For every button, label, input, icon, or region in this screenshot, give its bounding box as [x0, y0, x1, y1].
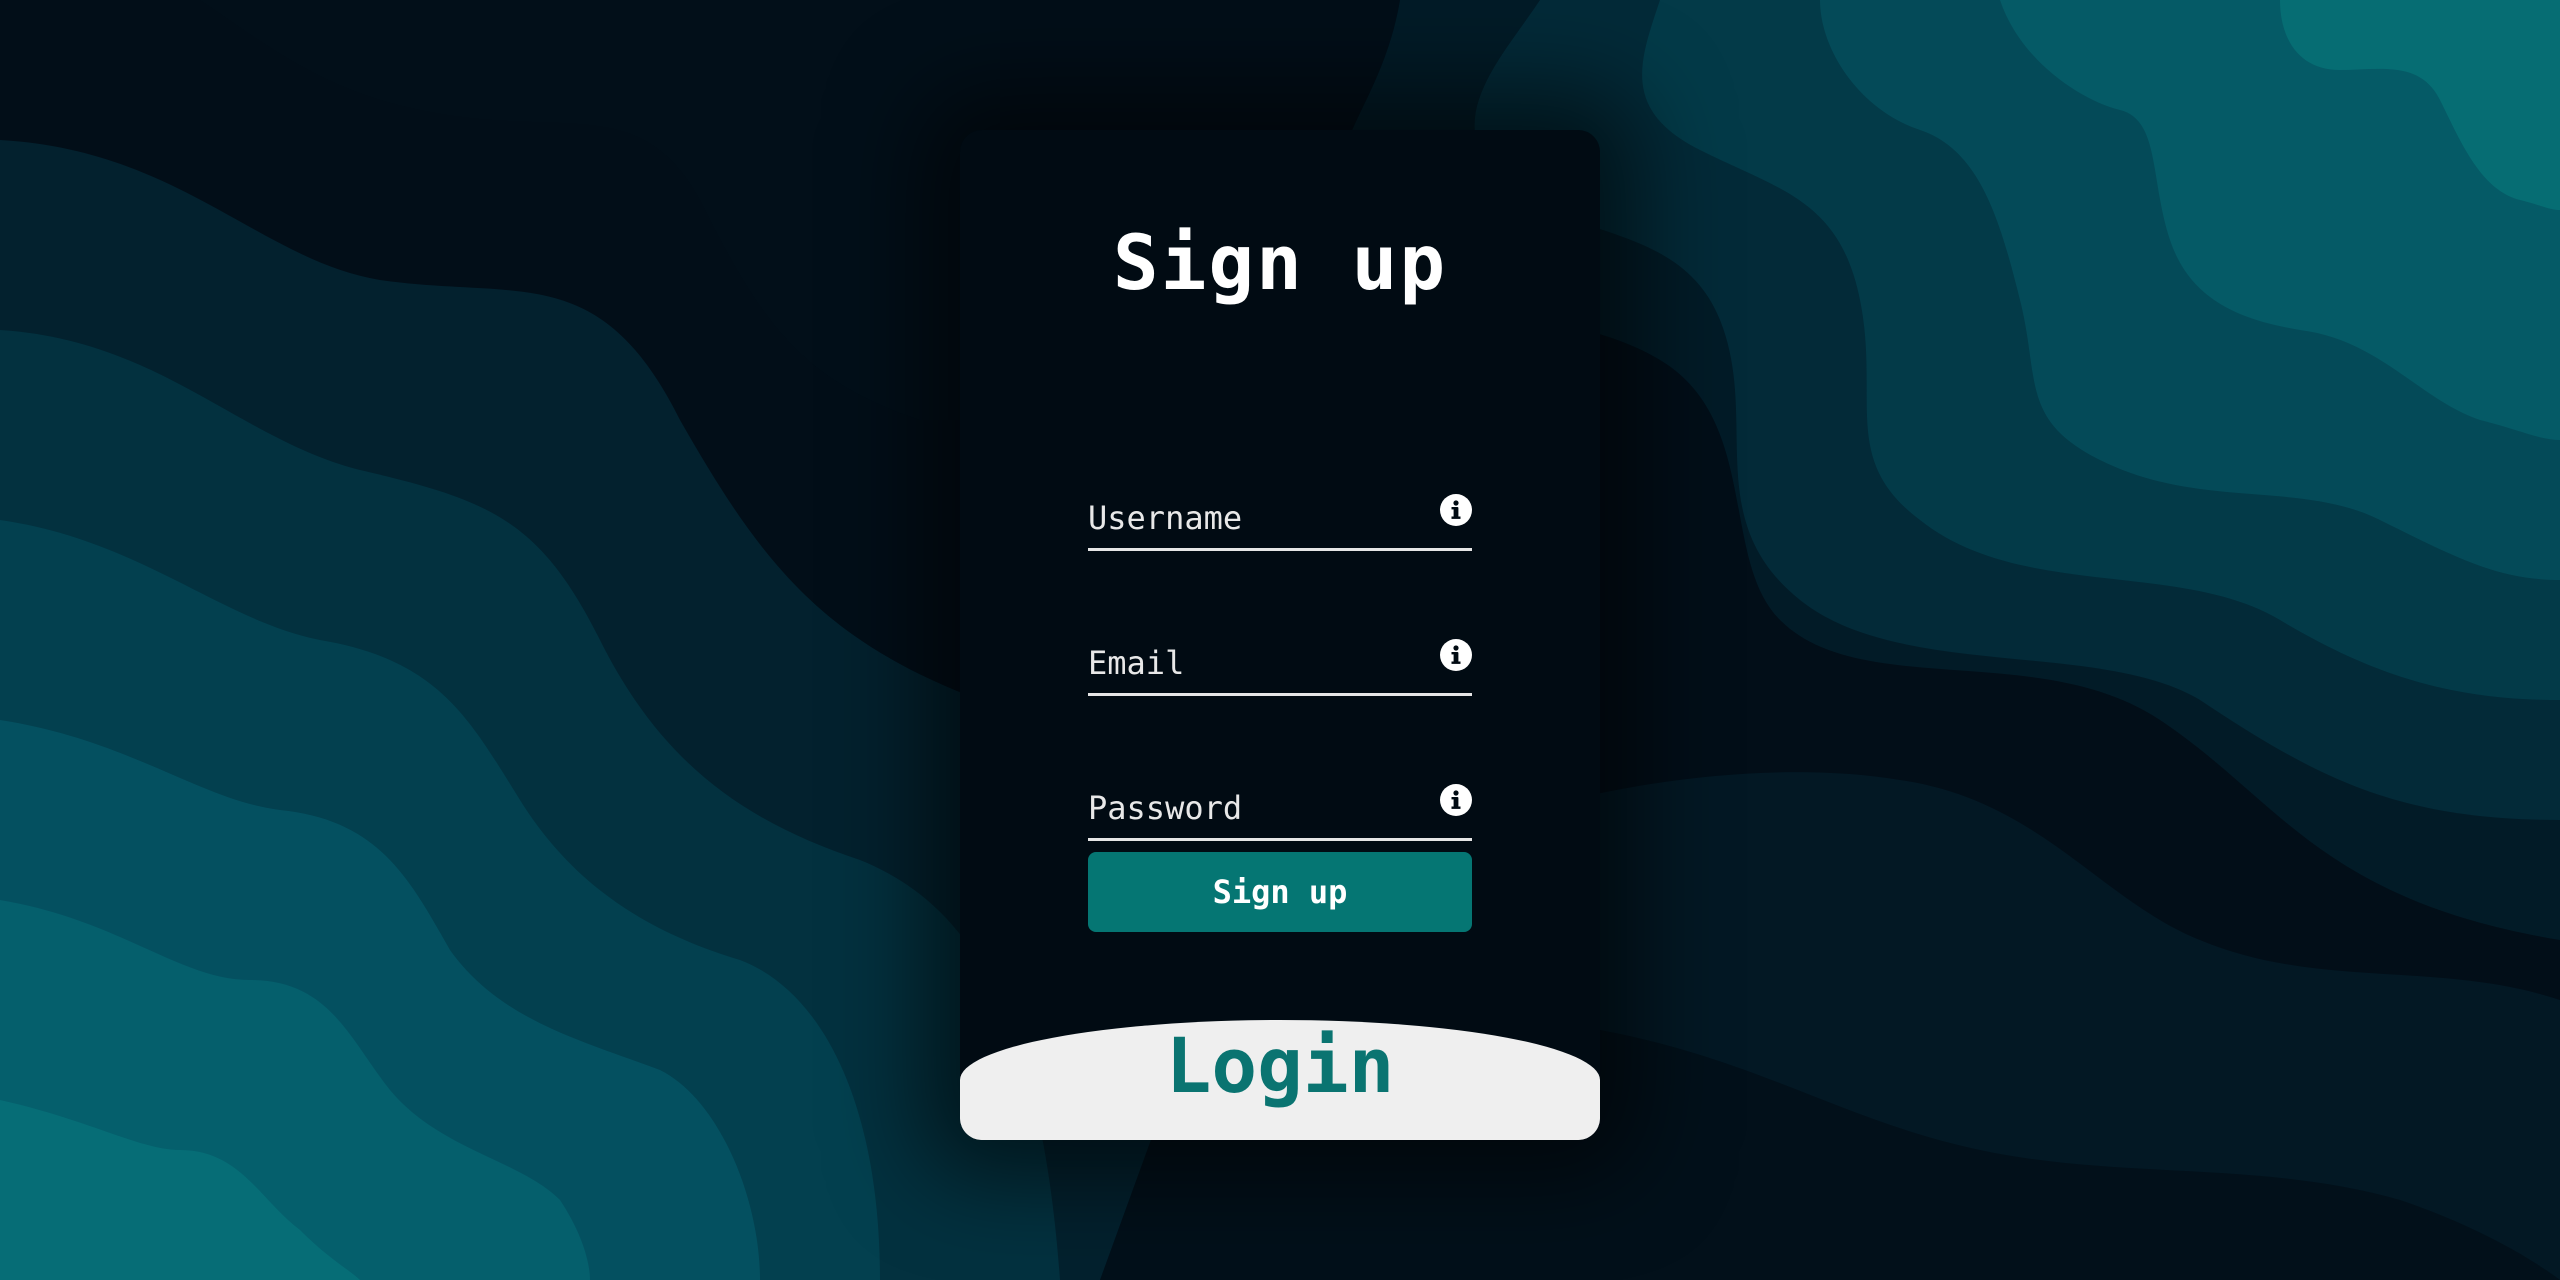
signup-title: Sign up: [1112, 218, 1448, 307]
info-icon[interactable]: [1440, 639, 1472, 671]
username-input[interactable]: [1088, 488, 1428, 548]
info-icon[interactable]: [1440, 784, 1472, 816]
password-field: [1088, 778, 1472, 841]
page: Sign up Username Email Sign up Login: [0, 0, 2560, 1280]
username-field: [1088, 488, 1472, 551]
info-icon[interactable]: [1440, 494, 1472, 526]
password-input[interactable]: [1088, 778, 1428, 838]
login-toggle[interactable]: Login: [960, 1028, 1600, 1104]
signup-card: Sign up Username Email Sign up Login: [960, 130, 1600, 1140]
email-field: [1088, 633, 1472, 696]
email-input[interactable]: [1088, 633, 1428, 693]
signup-button[interactable]: Sign up: [1088, 852, 1472, 932]
